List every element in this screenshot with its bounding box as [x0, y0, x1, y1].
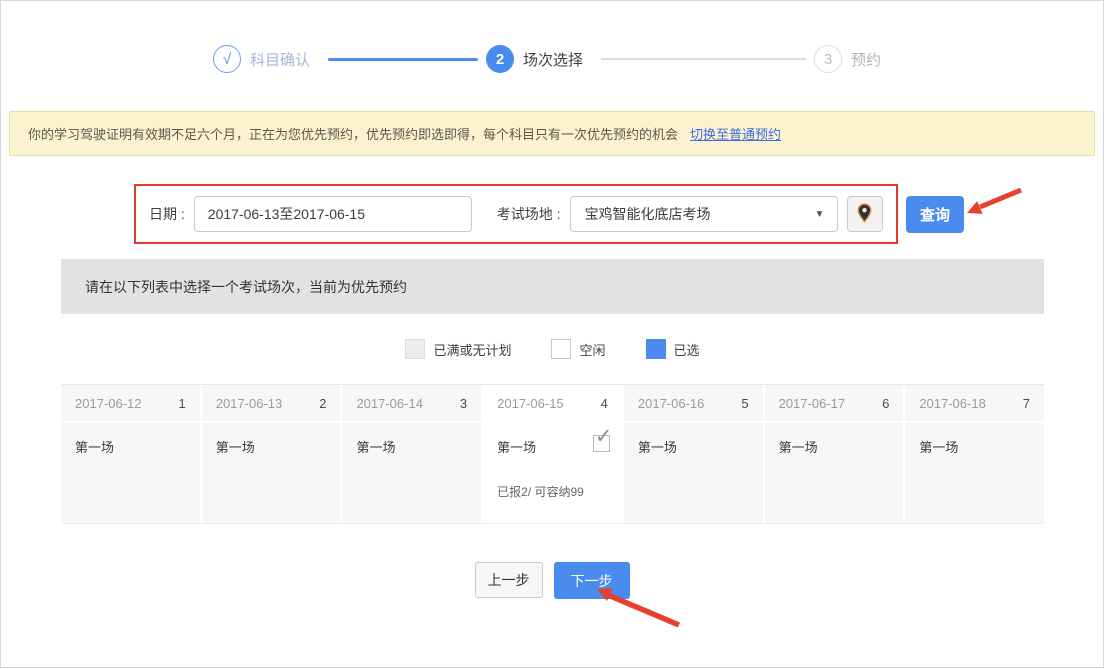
step2-badge: 2	[486, 45, 514, 73]
column-date: 2017-06-15	[497, 396, 564, 411]
session-cell[interactable]: 第一场 ✓	[765, 423, 904, 523]
column-date: 2017-06-18	[919, 396, 986, 411]
schedule-column-header: 2017-06-18 7	[905, 385, 1044, 423]
stepper-connector-todo	[601, 58, 806, 60]
legend-full-label: 已满或无计划	[433, 340, 511, 359]
column-date: 2017-06-17	[779, 396, 846, 411]
schedule-column: 2017-06-14 3 第一场 ✓	[342, 385, 483, 523]
next-step-button[interactable]: 下一步	[554, 562, 630, 599]
session-label: 第一场	[216, 435, 255, 456]
column-date: 2017-06-14	[356, 396, 423, 411]
schedule-column: 2017-06-16 5 第一场 ✓	[624, 385, 765, 523]
legend-item-selected: 已选	[646, 339, 700, 359]
venue-label: 考试场地 :	[497, 204, 561, 224]
session-cell[interactable]: 第一场 ✓	[61, 423, 200, 523]
stepper-connector-done	[328, 58, 478, 61]
checkbox-checked-icon[interactable]: ✓	[593, 435, 610, 452]
priority-booking-notice: 你的学习驾驶证明有效期不足六个月，正在为您优先预约，优先预约即选即得，每个科目只…	[9, 111, 1095, 156]
query-button[interactable]: 查询	[906, 196, 964, 233]
session-label: 第一场	[638, 435, 677, 456]
schedule-column-header: 2017-06-14 3	[342, 385, 481, 423]
map-pin-icon	[857, 203, 872, 226]
session-cell[interactable]: 第一场 ✓	[202, 423, 341, 523]
stepper: √ 科目确认 2 场次选择 3 预约	[1, 41, 1103, 77]
schedule-column-header: 2017-06-16 5	[624, 385, 763, 423]
schedule-column-header: 2017-06-12 1	[61, 385, 200, 423]
column-weekday: 7	[1023, 396, 1030, 411]
switch-normal-booking-link[interactable]: 切换至普通预约	[690, 124, 781, 143]
session-cell[interactable]: 第一场 ✓	[342, 423, 481, 523]
schedule-column-header: 2017-06-15 4	[483, 385, 622, 423]
chevron-down-icon: ▼	[815, 209, 825, 220]
schedule-column: 2017-06-17 6 第一场 ✓	[765, 385, 906, 523]
step3-badge: 3	[814, 45, 842, 73]
map-location-button[interactable]	[847, 196, 883, 232]
column-weekday: 6	[882, 396, 889, 411]
column-weekday: 3	[460, 396, 467, 411]
column-weekday: 5	[741, 396, 748, 411]
date-label: 日期 :	[149, 204, 185, 224]
venue-selected-value: 宝鸡智能化底店考场	[585, 204, 711, 224]
step1-label: 科目确认	[250, 49, 310, 70]
notice-text: 你的学习驾驶证明有效期不足六个月，正在为您优先预约，优先预约即选即得，每个科目只…	[28, 124, 678, 143]
panel-title: 请在以下列表中选择一个考试场次，当前为优先预约	[85, 277, 407, 297]
column-date: 2017-06-16	[638, 396, 705, 411]
booking-page: { "stepper": { "steps": [ { "marker": "√…	[0, 0, 1104, 668]
step2-label: 场次选择	[523, 49, 583, 70]
column-weekday: 1	[178, 396, 185, 411]
session-cell[interactable]: 第一场 ✓	[624, 423, 763, 523]
legend-free-swatch-icon	[551, 339, 571, 359]
session-label: 第一场	[356, 435, 395, 456]
legend-item-full: 已满或无计划	[405, 339, 511, 359]
session-label: 第一场	[75, 435, 114, 456]
date-range-input[interactable]	[194, 196, 472, 232]
session-panel: 请在以下列表中选择一个考试场次，当前为优先预约 已满或无计划 空闲 已选 201…	[61, 259, 1044, 524]
session-label: 第一场	[779, 435, 818, 456]
panel-title-bar: 请在以下列表中选择一个考试场次，当前为优先预约	[61, 259, 1044, 314]
session-capacity: 已报2/ 可容纳99	[497, 483, 610, 500]
schedule-column: 2017-06-15 4 第一场 ✓ 已报2/ 可容纳99	[483, 385, 624, 523]
session-label: 第一场	[497, 435, 536, 456]
legend-free-label: 空闲	[579, 340, 605, 359]
column-date: 2017-06-13	[216, 396, 283, 411]
legend-selected-swatch-icon	[646, 339, 666, 359]
session-label: 第一场	[919, 435, 958, 456]
legend-selected-label: 已选	[674, 340, 700, 359]
step3-label: 预约	[851, 49, 881, 70]
venue-select[interactable]: 宝鸡智能化底店考场 ▼	[570, 196, 838, 232]
prev-step-button[interactable]: 上一步	[475, 562, 543, 598]
column-date: 2017-06-12	[75, 396, 142, 411]
legend-full-swatch-icon	[405, 339, 425, 359]
filter-annotation-box: 日期 : 考试场地 : 宝鸡智能化底店考场 ▼	[134, 184, 898, 244]
legend: 已满或无计划 空闲 已选	[61, 314, 1044, 384]
schedule-column: 2017-06-12 1 第一场 ✓	[61, 385, 202, 523]
session-cell[interactable]: 第一场 ✓	[905, 423, 1044, 523]
schedule-column: 2017-06-18 7 第一场 ✓	[905, 385, 1044, 523]
step1-check-icon: √	[213, 45, 241, 73]
column-weekday: 4	[601, 396, 608, 411]
legend-item-free: 空闲	[551, 339, 605, 359]
column-weekday: 2	[319, 396, 326, 411]
schedule-grid: 2017-06-12 1 第一场 ✓ 2017-06-13 2 第一场 ✓	[61, 384, 1044, 524]
query-arrow-icon	[967, 190, 1021, 214]
schedule-column-header: 2017-06-17 6	[765, 385, 904, 423]
footer-actions: 上一步 下一步	[1, 562, 1103, 599]
session-cell[interactable]: 第一场 ✓ 已报2/ 可容纳99	[483, 423, 622, 523]
schedule-column: 2017-06-13 2 第一场 ✓	[202, 385, 343, 523]
schedule-column-header: 2017-06-13 2	[202, 385, 341, 423]
